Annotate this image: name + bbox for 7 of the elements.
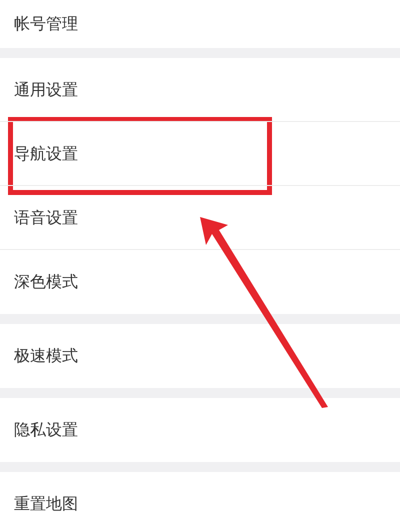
settings-item[interactable]: 帐号管理 bbox=[0, 0, 400, 48]
settings-item[interactable]: 通用设置 bbox=[0, 58, 400, 122]
settings-item[interactable]: 重置地图 bbox=[0, 472, 400, 531]
settings-item[interactable]: 深色模式 bbox=[0, 250, 400, 314]
settings-item[interactable]: 极速模式 bbox=[0, 324, 400, 388]
settings-item[interactable]: 导航设置 bbox=[0, 122, 400, 186]
settings-item[interactable]: 隐私设置 bbox=[0, 398, 400, 462]
